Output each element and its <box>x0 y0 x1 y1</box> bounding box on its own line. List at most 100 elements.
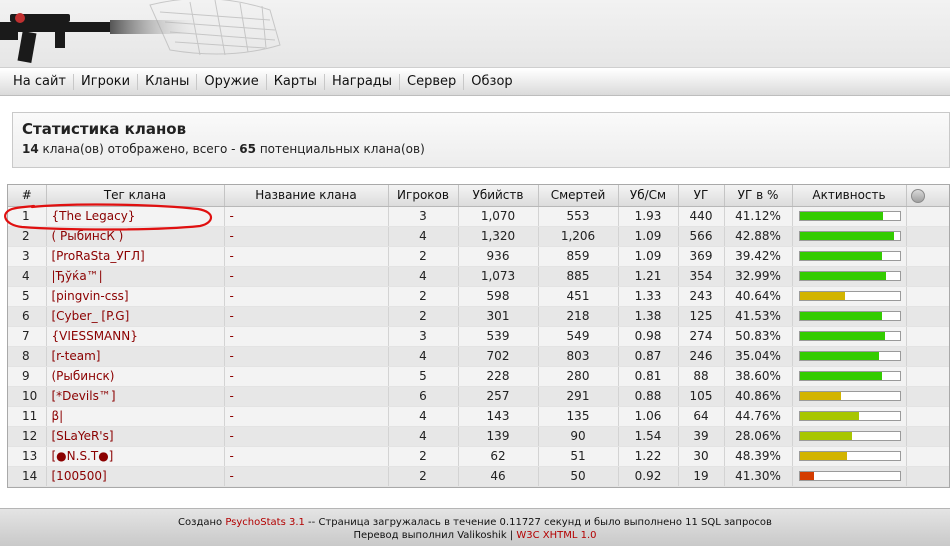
clan-players: 3 <box>388 206 459 227</box>
clan-tag-link[interactable]: {The Legacy} <box>46 206 225 227</box>
nav-weapons[interactable]: Оружие <box>197 74 267 90</box>
nav-home[interactable]: На сайт <box>6 74 75 90</box>
clan-extra <box>906 286 949 307</box>
col-rank[interactable]: # <box>8 185 47 207</box>
nav-server[interactable]: Сервер <box>400 74 465 90</box>
table-row: 6 [Cyber_ [P.G] -2 301 218 1.38 125 41.53% <box>8 306 949 327</box>
clan-headshots: 246 <box>678 346 725 367</box>
clan-name-link[interactable]: - <box>224 286 389 307</box>
clan-tag-link[interactable]: [●N.S.T●] <box>46 446 225 467</box>
clan-name-link[interactable]: - <box>224 386 389 407</box>
clan-rank: 12 <box>8 426 47 447</box>
clan-headshot-pct: 40.86% <box>724 386 793 407</box>
table-header-row: # Тег клана Название клана Игроков Убийс… <box>8 185 949 207</box>
clan-players: 2 <box>388 306 459 327</box>
clan-extra <box>906 346 949 367</box>
clan-headshots: 566 <box>678 226 725 247</box>
clan-headshot-pct: 41.30% <box>724 466 793 487</box>
clans-table-body: 1 {The Legacy} -3 1,070 553 1.93 440 41.12% 2( Р… <box>8 206 949 487</box>
clan-tag-link[interactable]: [*Devils™] <box>46 386 225 407</box>
clan-players: 2 <box>388 246 459 267</box>
clan-tag-link[interactable]: β| <box>46 406 225 427</box>
clan-rank: 7 <box>8 326 47 347</box>
nav-clans[interactable]: Кланы <box>138 74 198 90</box>
activity-bar-fill <box>799 332 885 340</box>
clan-tag-link[interactable]: [r-team] <box>46 346 225 367</box>
clan-tag-link[interactable]: {VIESSMANN} <box>46 326 225 347</box>
nav-maps[interactable]: Карты <box>267 74 325 90</box>
clan-tag-link[interactable]: [ProRaSta_УГЛ] <box>46 246 225 267</box>
clan-headshots: 19 <box>678 466 725 487</box>
clan-kills: 301 <box>458 306 539 327</box>
clan-players: 4 <box>388 346 459 367</box>
sort-knob-icon[interactable] <box>910 188 925 203</box>
clan-tag-link[interactable]: [100500] <box>46 466 225 487</box>
clan-activity <box>792 266 907 287</box>
col-clan-name[interactable]: Название клана <box>224 185 389 207</box>
nav-awards[interactable]: Награды <box>325 74 401 90</box>
col-extra <box>906 185 949 207</box>
clan-activity <box>792 306 907 327</box>
clan-count-summary: 14 клана(ов) отображено, всего - 65 поте… <box>22 142 940 156</box>
clan-headshots: 64 <box>678 406 725 427</box>
clan-kd: 0.92 <box>618 466 679 487</box>
col-clan-tag[interactable]: Тег клана <box>46 185 225 207</box>
clan-tag-link[interactable]: [Cyber_ [P.G] <box>46 306 225 327</box>
clan-tag-link[interactable]: ( РыбинсК ) <box>46 226 225 247</box>
col-headshot-pct[interactable]: УГ в % <box>724 185 793 207</box>
nav-overview[interactable]: Обзор <box>464 74 519 90</box>
clan-name-link[interactable]: - <box>224 266 389 287</box>
clan-deaths: 50 <box>538 466 619 487</box>
clan-kills: 257 <box>458 386 539 407</box>
clan-deaths: 291 <box>538 386 619 407</box>
table-row: 3 [ProRaSta_УГЛ] -2 936 859 1.09 369 39.42% <box>8 246 949 267</box>
clan-name-link[interactable]: - <box>224 446 389 467</box>
col-headshots[interactable]: УГ <box>678 185 725 207</box>
table-row: 13 [●N.S.T●] -2 62 51 1.22 30 48.39% <box>8 446 949 467</box>
activity-bar <box>798 431 901 441</box>
clan-players: 2 <box>388 286 459 307</box>
clan-name-link[interactable]: - <box>224 226 389 247</box>
col-players[interactable]: Игроков <box>388 185 459 207</box>
col-deaths[interactable]: Смертей <box>538 185 619 207</box>
clan-deaths: 218 <box>538 306 619 327</box>
clan-kd: 1.06 <box>618 406 679 427</box>
activity-bar-fill <box>799 452 847 460</box>
clan-headshot-pct: 40.64% <box>724 286 793 307</box>
psychostats-link[interactable]: PsychoStats 3.1 <box>225 517 305 528</box>
clan-headshots: 39 <box>678 426 725 447</box>
w3c-link[interactable]: W3C XHTML 1.0 <box>516 530 596 541</box>
clan-tag-link[interactable]: [SLaYeR's] <box>46 426 225 447</box>
clan-tag-link[interactable]: [pingvin-css] <box>46 286 225 307</box>
clan-tag-link[interactable]: |Ђўќа™| <box>46 266 225 287</box>
page-footer: Создано PsychoStats 3.1 -- Страница загр… <box>0 508 950 546</box>
col-kd[interactable]: Уб/См <box>618 185 679 207</box>
clan-name-link[interactable]: - <box>224 306 389 327</box>
col-activity[interactable]: Активность <box>792 185 907 207</box>
clan-rank: 1 <box>8 206 47 227</box>
clan-deaths: 135 <box>538 406 619 427</box>
activity-bar-fill <box>799 392 841 400</box>
clan-extra <box>906 266 949 287</box>
clan-tag-link[interactable]: (Рыбинск) <box>46 366 225 387</box>
nav-players[interactable]: Игроки <box>74 74 139 90</box>
clan-name-link[interactable]: - <box>224 466 389 487</box>
clan-name-link[interactable]: - <box>224 346 389 367</box>
clan-headshots: 440 <box>678 206 725 227</box>
clan-rank: 9 <box>8 366 47 387</box>
clan-deaths: 859 <box>538 246 619 267</box>
clan-name-link[interactable]: - <box>224 406 389 427</box>
clan-rank: 5 <box>8 286 47 307</box>
clan-name-link[interactable]: - <box>224 206 389 227</box>
clan-name-link[interactable]: - <box>224 366 389 387</box>
activity-bar <box>798 371 901 381</box>
clan-extra <box>906 246 949 267</box>
col-kills[interactable]: Убийств <box>458 185 539 207</box>
clan-activity <box>792 406 907 427</box>
clan-headshots: 125 <box>678 306 725 327</box>
clan-name-link[interactable]: - <box>224 326 389 347</box>
clan-name-link[interactable]: - <box>224 246 389 267</box>
clan-name-link[interactable]: - <box>224 426 389 447</box>
activity-bar-fill <box>799 232 894 240</box>
clan-kills: 539 <box>458 326 539 347</box>
